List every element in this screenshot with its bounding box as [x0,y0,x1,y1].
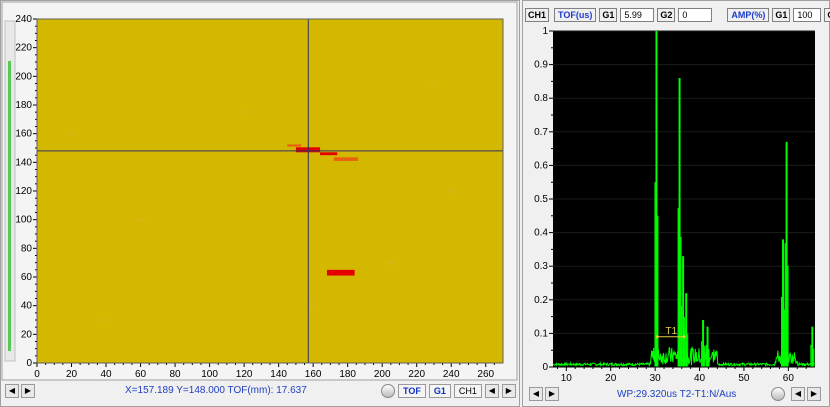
ascan-next-button[interactable]: ▶ [807,387,821,401]
texture-spot [385,259,396,266]
y-tick-label: 60 [21,272,33,283]
x-tick-label: 0 [34,369,40,380]
defect-indication [333,157,359,161]
x-tick-label: 40 [100,369,112,380]
cscan-toolbar: TOF G1 CH1 ◀ ▶ [381,384,516,398]
cscan-image[interactable] [37,19,503,363]
x-tick-label: 20 [605,373,617,384]
x-tick-label: 260 [477,369,494,380]
y-tick-label: 100 [15,215,32,226]
ascan-plot[interactable]: T1 10 20 30 40 50 60 00.10.20.30.40.50.60.70.… [523,1,830,407]
x-tick-label: 20 [66,369,78,380]
y-tick-label: 0.2 [534,295,548,306]
x-tick-label: 50 [738,373,750,384]
gate-end-marker[interactable] [682,335,686,339]
amp-unit-label[interactable]: AMP(%) [727,8,770,22]
tof-g2-tag: G2 [657,8,676,22]
x-tick-label: 60 [135,369,147,380]
gate-g1-button[interactable]: G1 [428,384,451,398]
y-tick-label: 200 [15,71,32,82]
y-tick-label: 140 [15,157,32,168]
y-tick-label: 240 [15,14,32,25]
y-tick-label: 40 [21,301,33,312]
channel-label[interactable]: CH1 [525,8,550,22]
x-tick-label: 240 [443,369,460,380]
ascan-panel: T1 10 20 30 40 50 60 0 0.1 0.2 0.3 0.4 0.5 0.6 0.7 0.… [522,0,830,407]
texture-spot [135,216,146,223]
defect-indication [287,144,302,147]
tof-g2-field[interactable]: 0 [678,8,713,22]
cscan-plot[interactable]: 0 20 40 60 80 100 120 140 160 180 200 220 240 260 0 20… [1,1,521,407]
tof-g1-tag: G1 [599,8,618,22]
x-tick-label: 80 [170,369,182,380]
texture-spot [66,130,77,137]
x-tick-label: 200 [374,369,391,380]
channel-prev-button[interactable]: ◀ [484,384,499,398]
y-tick-label: 1 [542,26,548,37]
scroll-left-button[interactable]: ◀ [5,384,19,398]
x-tick-label: 100 [201,369,218,380]
texture-spot [428,80,439,87]
defect-indication [326,269,355,276]
x-tick-label: 180 [339,369,356,380]
y-tick-label: 0.6 [534,160,548,171]
texture-spot [446,188,457,194]
ascan-zoom-reset-button[interactable] [771,387,785,401]
cursor-coordinate-readout: X=157.189 Y=148.000 TOF(mm): 17.637 [125,385,307,396]
ascan-scroll-right-button[interactable]: ▶ [545,387,559,401]
amp-g2-tag: G2 [824,8,830,22]
amp-g1-field[interactable]: 100 [793,8,822,22]
y-tick-label: 160 [15,129,32,140]
y-tick-label: 20 [21,329,33,340]
y-tick-label: 0.7 [534,127,548,138]
y-tick-label: 0 [26,358,32,369]
x-tick-label: 40 [694,373,706,384]
tof-unit-label[interactable]: TOF(us) [554,8,597,22]
cscan-panel: 0 20 40 60 80 100 120 140 160 180 200 220 240 260 0 20… [0,0,520,407]
y-tick-label: 220 [15,43,32,54]
scroll-right-button[interactable]: ▶ [21,384,35,398]
x-tick-label: 140 [270,369,287,380]
x-tick-label: 30 [650,373,662,384]
defect-indication [320,152,338,156]
tof-button[interactable]: TOF [398,384,426,398]
vertical-scroll-indicator[interactable] [8,61,11,351]
y-tick-label: 120 [15,186,32,197]
texture-spot [308,302,319,309]
y-tick-label: 180 [15,100,32,111]
channel-button[interactable]: CH1 [453,384,482,398]
y-tick-label: 0.8 [534,93,548,104]
ultrasonic-viewer: 0 20 40 60 80 100 120 140 160 180 200 220 240 260 0 20… [0,0,830,407]
gate-t1-label: T1 [665,326,677,337]
y-tick-label: 0.5 [534,194,548,205]
texture-spot [239,109,250,116]
waveform-position-readout: WP:29.320us T2-T1:N/Aus [617,389,737,400]
texture-spot [101,317,112,323]
y-tick-label: 80 [21,243,33,254]
y-tick-label: 0.4 [534,228,548,239]
x-tick-label: 60 [783,373,795,384]
y-tick-label: 0.9 [534,60,548,71]
ascan-header: CH1 TOF(us) G1 5.99 G2 0 AMP(%) G1 100 G… [525,7,830,23]
gate-start-marker[interactable] [655,335,659,339]
tof-g1-field[interactable]: 5.99 [620,8,655,22]
x-tick-label: 10 [561,373,573,384]
amp-g1-tag: G1 [772,8,791,22]
channel-next-button[interactable]: ▶ [501,384,516,398]
x-tick-label: 160 [305,369,322,380]
y-tick-label: 0.3 [534,261,548,272]
y-tick-label: 0 [542,362,548,373]
zoom-reset-button[interactable] [381,384,395,398]
x-tick-label: 120 [236,369,253,380]
x-tick-label: 220 [408,369,425,380]
ascan-prev-button[interactable]: ◀ [791,387,805,401]
ascan-scroll-left-button[interactable]: ◀ [529,387,543,401]
y-tick-label: 0.1 [534,328,548,339]
